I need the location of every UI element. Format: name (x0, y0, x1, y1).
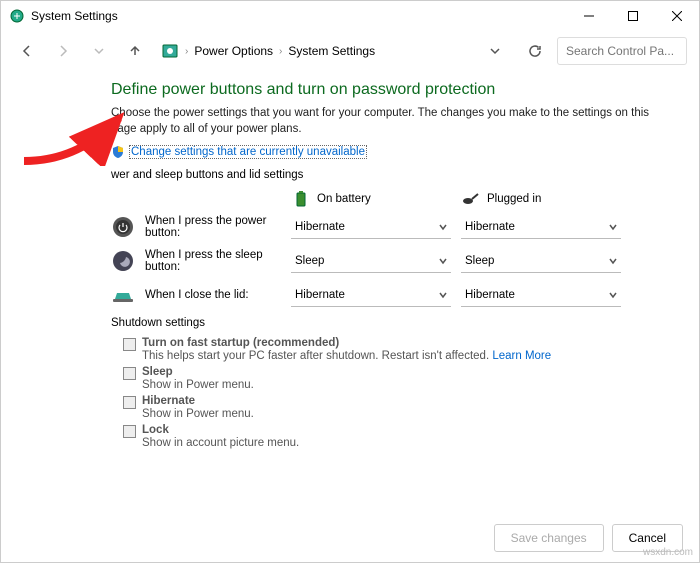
checkbox-fast-startup[interactable] (123, 338, 136, 351)
breadcrumb-icon (161, 42, 179, 60)
breadcrumb[interactable]: › Power Options › System Settings (157, 37, 513, 65)
breadcrumb-dropdown[interactable] (481, 37, 509, 65)
sleep-battery-dropdown[interactable]: Sleep (291, 249, 451, 273)
shutdown-settings: Turn on fast startup (recommended) This … (111, 337, 669, 449)
sleep-plugged-dropdown[interactable]: Sleep (461, 249, 621, 273)
change-settings-link[interactable]: Change settings that are currently unava… (129, 145, 367, 159)
content: Define power buttons and turn on passwor… (1, 71, 699, 449)
chevron-right-icon: › (185, 46, 188, 57)
column-label: On battery (317, 193, 371, 205)
plug-icon (461, 189, 481, 209)
up-button[interactable] (121, 37, 149, 65)
section-buttons-lid: wer and sleep buttons and lid settings (111, 169, 669, 181)
window-title: System Settings (31, 9, 567, 23)
opt-sub: Show in account picture menu. (142, 437, 299, 449)
maximize-button[interactable] (611, 1, 655, 31)
page-heading: Define power buttons and turn on passwor… (111, 81, 669, 99)
laptop-lid-icon (111, 283, 135, 307)
column-plugged-in: Plugged in (461, 189, 631, 209)
navbar: › Power Options › System Settings (1, 31, 699, 71)
opt-hibernate: Hibernate Show in Power menu. (123, 395, 669, 420)
chevron-right-icon: › (279, 46, 282, 57)
shield-icon (111, 145, 125, 159)
power-plugged-dropdown[interactable]: Hibernate (461, 215, 621, 239)
opt-title: Turn on fast startup (recommended) (142, 337, 551, 349)
close-button[interactable] (655, 1, 699, 31)
save-button[interactable]: Save changes (494, 524, 604, 552)
sleep-button-icon (111, 249, 135, 273)
app-icon (9, 8, 25, 24)
page-description: Choose the power settings that you want … (111, 105, 669, 137)
titlebar: System Settings (1, 1, 699, 31)
checkbox-lock[interactable] (123, 425, 136, 438)
checkbox-sleep[interactable] (123, 367, 136, 380)
opt-sub: Show in Power menu. (142, 379, 254, 391)
row-label: When I press the power button: (145, 215, 291, 239)
section-shutdown: Shutdown settings (111, 317, 669, 329)
opt-sub: Show in Power menu. (142, 408, 254, 420)
row-label: When I press the sleep button: (145, 249, 291, 273)
row-sleep-button: When I press the sleep button: Sleep Sle… (111, 249, 669, 273)
breadcrumb-power-options[interactable]: Power Options (194, 44, 273, 58)
lid-plugged-dropdown[interactable]: Hibernate (461, 283, 621, 307)
column-headers: On battery Plugged in (291, 189, 669, 209)
row-label: When I close the lid: (145, 289, 291, 301)
back-button[interactable] (13, 37, 41, 65)
watermark: wsxdn.com (643, 547, 693, 558)
breadcrumb-system-settings[interactable]: System Settings (288, 44, 375, 58)
forward-button[interactable] (49, 37, 77, 65)
minimize-button[interactable] (567, 1, 611, 31)
recent-button[interactable] (85, 37, 113, 65)
change-settings-row: Change settings that are currently unava… (111, 145, 669, 159)
search-input[interactable] (557, 37, 687, 65)
row-close-lid: When I close the lid: Hibernate Hibernat… (111, 283, 669, 307)
power-button-icon (111, 215, 135, 239)
opt-title: Lock (142, 424, 299, 436)
checkbox-hibernate[interactable] (123, 396, 136, 409)
column-label: Plugged in (487, 193, 541, 205)
opt-title: Sleep (142, 366, 254, 378)
opt-fast-startup: Turn on fast startup (recommended) This … (123, 337, 669, 362)
battery-icon (291, 189, 311, 209)
opt-title: Hibernate (142, 395, 254, 407)
lid-battery-dropdown[interactable]: Hibernate (291, 283, 451, 307)
opt-lock: Lock Show in account picture menu. (123, 424, 669, 449)
opt-sleep: Sleep Show in Power menu. (123, 366, 669, 391)
row-power-button: When I press the power button: Hibernate… (111, 215, 669, 239)
power-battery-dropdown[interactable]: Hibernate (291, 215, 451, 239)
opt-sub: This helps start your PC faster after sh… (142, 350, 551, 362)
learn-more-link[interactable]: Learn More (492, 350, 551, 362)
column-on-battery: On battery (291, 189, 461, 209)
refresh-button[interactable] (521, 37, 549, 65)
